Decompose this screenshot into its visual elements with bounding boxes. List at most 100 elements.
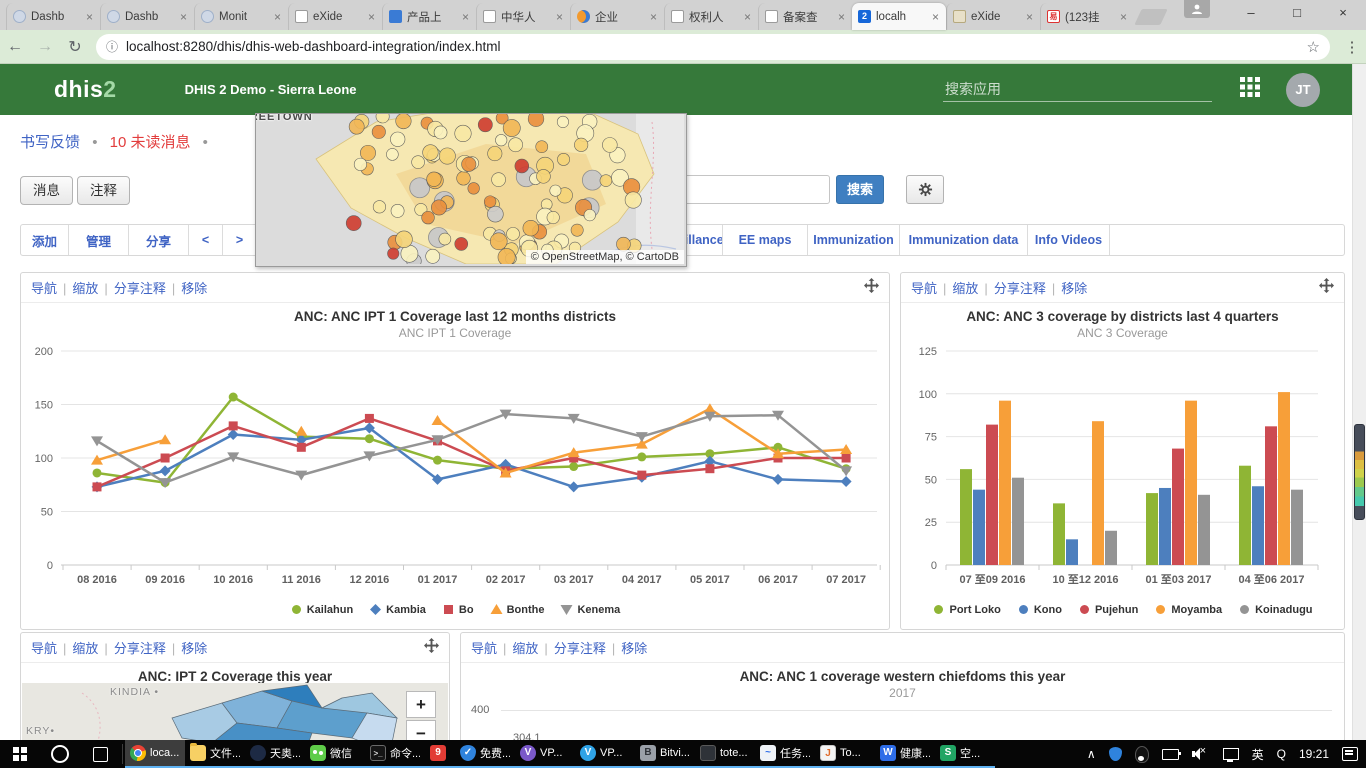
taskbar-app-tote[interactable]: tote...	[695, 740, 755, 768]
panel-move-icon[interactable]	[864, 278, 879, 298]
tray-shield-icon[interactable]	[1109, 747, 1122, 761]
tray-input-language[interactable]: 英	[1252, 746, 1264, 763]
page-scrollbar-thumb[interactable]	[1354, 424, 1365, 520]
new-tab-button[interactable]	[1134, 9, 1167, 25]
dashboard-add-button[interactable]: 添加	[21, 225, 69, 255]
taskbar-app-vpb[interactable]: VVP...	[575, 740, 635, 768]
browser-tab[interactable]: Monit×	[194, 3, 288, 30]
task-view-button[interactable]	[80, 740, 120, 768]
panel-move-icon[interactable]	[424, 638, 439, 658]
tab-close-icon[interactable]: ×	[85, 10, 94, 24]
panel-link-0[interactable]: 导航	[471, 641, 497, 656]
tab-close-icon[interactable]: ×	[649, 10, 658, 24]
panel-link-1[interactable]: 缩放	[72, 281, 98, 296]
tray-clock[interactable]: 19:21	[1299, 747, 1329, 761]
legend-item[interactable]: Bonthe	[490, 603, 545, 616]
browser-tab[interactable]: 权利人×	[664, 3, 758, 30]
settings-gear-button[interactable]	[906, 175, 944, 204]
browser-tab[interactable]: 企业×	[570, 3, 664, 30]
browser-tab[interactable]: 备案查×	[758, 3, 852, 30]
page-scrollbar-track[interactable]	[1352, 64, 1366, 740]
tray-notification-icon[interactable]	[1342, 747, 1358, 761]
legend-item[interactable]: Koinadugu	[1238, 603, 1312, 616]
legend-item[interactable]: Pujehun	[1078, 603, 1138, 616]
back-icon[interactable]: ←	[0, 38, 30, 56]
browser-tab[interactable]: eXide×	[946, 3, 1040, 30]
browser-tab[interactable]: 中华人×	[476, 3, 570, 30]
browser-menu-icon[interactable]: ⋮	[1338, 38, 1366, 56]
dashboard-manage-button[interactable]: 管理	[69, 225, 129, 255]
dashboard-tab[interactable]: Immunization	[808, 225, 900, 255]
taskbar-app-cmd[interactable]: >_命令...	[365, 740, 425, 768]
tray-battery-icon[interactable]	[1162, 749, 1179, 760]
write-feedback-link[interactable]: 书写反馈	[20, 134, 80, 151]
legend-item[interactable]: Kambia	[369, 603, 426, 616]
panel-link-1[interactable]: 缩放	[512, 641, 538, 656]
tab-close-icon[interactable]: ×	[273, 10, 282, 24]
tray-q-icon[interactable]: Q	[1277, 747, 1286, 761]
dhis-logo[interactable]: dhis2	[54, 76, 117, 103]
map-zoom-in-button[interactable]: +	[406, 691, 436, 718]
panel-link-3[interactable]: 移除	[181, 281, 207, 296]
tray-network-icon[interactable]	[1223, 748, 1239, 760]
window-minimize-button[interactable]: –	[1228, 0, 1274, 28]
tray-chevron-icon[interactable]: ∧	[1087, 747, 1096, 761]
taskbar-app-sgreen[interactable]: S空...	[935, 740, 995, 768]
taskbar-app-shield[interactable]: ✓免费...	[455, 740, 515, 768]
panel-link-2[interactable]: 分享注释	[114, 281, 166, 296]
map-hover-popup[interactable]: FREETOWN © OpenStreetMap, © CartoDB	[255, 113, 687, 267]
browser-tab[interactable]: eXide×	[288, 3, 382, 30]
panel-link-3[interactable]: 移除	[181, 641, 207, 656]
browser-tab[interactable]: 产品上×	[382, 3, 476, 30]
taskbar-app-chrome[interactable]: loca...	[125, 740, 185, 768]
forward-icon[interactable]: →	[30, 38, 60, 56]
refresh-icon[interactable]: ↻	[60, 37, 90, 57]
taskbar-app-globe[interactable]: 天奥...	[245, 740, 305, 768]
taskbar-app-wechat[interactable]: 微信	[305, 740, 365, 768]
tab-close-icon[interactable]: ×	[1025, 10, 1034, 24]
address-bar[interactable]: ⓘ localhost:8280/dhis/dhis-web-dashboard…	[96, 34, 1330, 60]
dashboard-tab[interactable]: Immunization data	[900, 225, 1028, 255]
dashboard-tab[interactable]: EE maps	[723, 225, 808, 255]
app-search-input[interactable]	[943, 77, 1212, 102]
interpretations-button[interactable]: 注释	[77, 176, 130, 205]
page-info-icon[interactable]: ⓘ	[106, 38, 118, 55]
apps-grid-icon[interactable]	[1240, 77, 1260, 102]
legend-item[interactable]: Kono	[1017, 603, 1062, 616]
tab-close-icon[interactable]: ×	[837, 10, 846, 24]
taskbar-app-java[interactable]: JTo...	[815, 740, 875, 768]
messages-button[interactable]: 消息	[20, 176, 73, 205]
tab-close-icon[interactable]: ×	[743, 10, 752, 24]
window-close-button[interactable]: ×	[1320, 0, 1366, 28]
panel-link-2[interactable]: 分享注释	[114, 641, 166, 656]
legend-item[interactable]: Kailahun	[290, 603, 353, 616]
panel-link-2[interactable]: 分享注释	[994, 281, 1046, 296]
panel-link-2[interactable]: 分享注释	[554, 641, 606, 656]
dashboard-next-button[interactable]: >	[223, 225, 257, 255]
user-avatar[interactable]: JT	[1286, 73, 1320, 107]
bookmark-star-icon[interactable]: ☆	[1307, 38, 1320, 56]
panel-link-3[interactable]: 移除	[621, 641, 647, 656]
panel-link-1[interactable]: 缩放	[72, 641, 98, 656]
taskbar-app-folder[interactable]: 文件...	[185, 740, 245, 768]
legend-item[interactable]: Bo	[442, 603, 474, 616]
tray-qq-icon[interactable]	[1135, 746, 1149, 763]
tab-close-icon[interactable]: ×	[931, 10, 940, 24]
tab-close-icon[interactable]: ×	[367, 10, 376, 24]
browser-tab[interactable]: 2localh×	[852, 3, 946, 30]
tab-close-icon[interactable]: ×	[1119, 10, 1128, 24]
dashboard-prev-button[interactable]: <	[189, 225, 223, 255]
taskbar-app-vpp[interactable]: VVP...	[515, 740, 575, 768]
browser-tab[interactable]: Dashb×	[100, 3, 194, 30]
browser-tab[interactable]: 易(123挂×	[1040, 3, 1134, 30]
taskbar-app-wblue[interactable]: W健康...	[875, 740, 935, 768]
legend-item[interactable]: Moyamba	[1154, 603, 1222, 616]
panel-link-0[interactable]: 导航	[31, 641, 57, 656]
cortana-search-button[interactable]	[40, 740, 80, 768]
tab-close-icon[interactable]: ×	[461, 10, 470, 24]
tab-close-icon[interactable]: ×	[555, 10, 564, 24]
browser-tab[interactable]: Dashb×	[6, 3, 100, 30]
panel-link-0[interactable]: 导航	[911, 281, 937, 296]
search-button[interactable]: 搜索	[836, 175, 884, 204]
panel-link-3[interactable]: 移除	[1061, 281, 1087, 296]
